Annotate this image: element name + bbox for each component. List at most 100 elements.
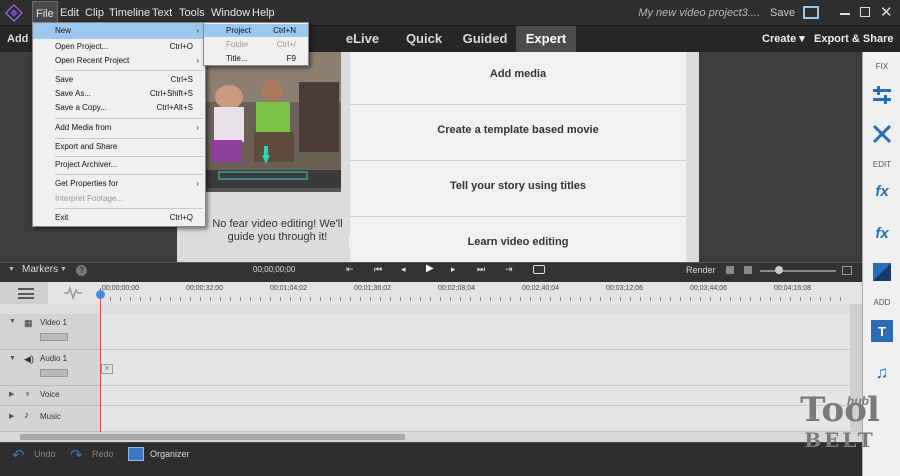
menu-item-project-archiver[interactable]: Project Archiver... <box>33 157 205 173</box>
expand-arrow-icon[interactable]: ▼ <box>9 355 16 362</box>
audio-mixer-icon[interactable] <box>18 286 34 300</box>
submenu-item-title[interactable]: Title... F9 <box>204 52 308 65</box>
track-name: Audio 1 <box>40 354 68 363</box>
menu-item-save-copy[interactable]: Save a Copy... Ctrl+Alt+S <box>33 100 205 116</box>
menu-file[interactable]: File <box>32 1 58 23</box>
save-button[interactable]: Save <box>770 0 795 26</box>
export-share-button[interactable]: Export & Share <box>814 26 893 52</box>
fit-timeline-icon[interactable] <box>842 266 852 275</box>
step-back-icon[interactable]: ◂ <box>401 264 406 275</box>
go-to-end-icon[interactable]: ⇥ <box>505 264 513 275</box>
markers-dropdown[interactable]: Markers <box>22 264 58 275</box>
go-to-start-icon[interactable]: ⇤ <box>346 264 354 275</box>
step-forward-icon[interactable]: ▸ <box>451 264 456 275</box>
video-track-icon: ▦ <box>24 318 33 328</box>
track-row-music[interactable] <box>100 406 850 432</box>
scrollbar-thumb[interactable] <box>20 434 405 440</box>
titles-text-icon[interactable]: T <box>871 320 893 342</box>
menu-separator <box>55 118 203 119</box>
menu-separator <box>55 174 203 175</box>
transitions-icon[interactable] <box>871 261 893 283</box>
expand-arrow-icon[interactable]: ▶ <box>9 390 14 398</box>
track-row-voice[interactable] <box>100 386 850 406</box>
zoom-in-icon[interactable] <box>744 266 752 274</box>
render-button[interactable]: Render <box>686 265 716 275</box>
expand-arrow-icon[interactable]: ▶ <box>9 412 14 420</box>
organizer-button[interactable]: Organizer <box>150 449 190 459</box>
option-learn-editing[interactable]: Learn video editing <box>350 236 686 248</box>
organizer-icon[interactable] <box>128 447 144 461</box>
ruler-ticks <box>100 297 850 301</box>
effects-fx-icon[interactable]: fx <box>871 180 893 202</box>
undo-button[interactable]: Undo <box>34 449 56 459</box>
close-icon[interactable]: ✕ <box>880 3 893 21</box>
ruler-label: 00;01;36;02 <box>354 285 391 292</box>
help-icon[interactable]: ? <box>76 265 87 276</box>
welcome-tagline: No fear video editing! We'll guide you t… <box>212 218 343 243</box>
tab-guided[interactable]: Guided <box>457 26 513 52</box>
markers-chevron-icon[interactable]: ▼ <box>60 266 67 273</box>
collapse-arrow-icon[interactable]: ▼ <box>8 266 15 273</box>
track-header-voice: ▶ ♆ Voice <box>0 386 100 406</box>
maximize-icon[interactable] <box>860 7 870 17</box>
track-header-music: ▶ ♪ Music <box>0 406 100 432</box>
tools-icon[interactable] <box>871 123 893 145</box>
tab-expert[interactable]: Expert <box>516 26 576 52</box>
create-button[interactable]: Create ▾ <box>762 26 805 52</box>
ruler-label: 00;00;00;00 <box>102 285 139 292</box>
track-row-audio1[interactable] <box>100 350 850 386</box>
undo-icon[interactable]: ↶ <box>12 446 25 464</box>
watermark-sub: BELT <box>804 428 876 452</box>
monitor-icon[interactable] <box>803 6 819 19</box>
zoom-slider[interactable] <box>760 270 836 272</box>
track-controls[interactable] <box>40 333 68 341</box>
track-name: Video 1 <box>40 318 67 327</box>
next-edit-icon[interactable]: ⏭ <box>477 264 485 275</box>
menu-separator <box>55 70 203 71</box>
welcome-video-thumbnail <box>204 52 341 192</box>
divider <box>350 216 686 217</box>
submenu-arrow-icon: › <box>196 179 199 188</box>
divider <box>350 160 686 161</box>
adjust-sliders-icon[interactable] <box>871 84 893 106</box>
option-add-media[interactable]: Add media <box>350 68 686 80</box>
redo-icon[interactable]: ↷ <box>70 446 83 464</box>
redo-button[interactable]: Redo <box>92 449 114 459</box>
music-icon[interactable]: ♫ <box>871 362 893 384</box>
track-controls[interactable] <box>40 369 68 377</box>
menu-item-add-media[interactable]: Add Media from › <box>33 120 205 136</box>
menu-item-get-properties[interactable]: Get Properties for › <box>33 176 205 192</box>
ruler-label: 00;02;08;04 <box>438 285 475 292</box>
playhead[interactable] <box>100 288 101 434</box>
smart-mix-icon[interactable] <box>64 286 82 300</box>
speaker-icon: ◀) <box>24 354 34 364</box>
minimize-icon[interactable] <box>840 13 850 15</box>
ruler-label: 00;01;04;02 <box>270 285 307 292</box>
ruler-label: 00;02;40;04 <box>522 285 559 292</box>
option-template-movie[interactable]: Create a template based movie <box>350 124 686 136</box>
zoom-slider-thumb[interactable] <box>775 266 783 274</box>
expand-arrow-icon[interactable]: ▼ <box>9 318 16 325</box>
tab-quick[interactable]: Quick <box>398 26 450 52</box>
menu-item-new[interactable]: New › <box>33 23 205 39</box>
option-titles[interactable]: Tell your story using titles <box>350 180 686 192</box>
submenu-arrow-icon: › <box>196 26 199 35</box>
submenu-arrow-icon: › <box>196 56 199 65</box>
track-row-video1[interactable] <box>100 314 850 350</box>
ruler-label: 00;04;16;08 <box>774 285 811 292</box>
zoom-out-icon[interactable] <box>726 266 734 274</box>
snapshot-camera-icon[interactable] <box>533 265 545 274</box>
submenu-arrow-icon: › <box>196 123 199 132</box>
tab-elive[interactable]: eLive <box>335 26 390 52</box>
play-icon[interactable]: ▶ <box>426 263 434 274</box>
previous-edit-icon[interactable]: ⏮ <box>374 264 382 275</box>
menu-item-exit[interactable]: Exit Ctrl+Q <box>33 210 205 226</box>
track-name: Voice <box>40 390 60 399</box>
applied-effects-icon[interactable]: fx <box>871 222 893 244</box>
ruler-label: 00;03;12;06 <box>606 285 643 292</box>
track-name: Music <box>40 412 61 421</box>
submenu-item-project[interactable]: Project Ctrl+N <box>204 24 308 37</box>
menu-item-export-share[interactable]: Export and Share <box>33 139 205 155</box>
menu-item-open-recent[interactable]: Open Recent Project › <box>33 53 205 69</box>
playhead-handle[interactable] <box>96 290 105 299</box>
